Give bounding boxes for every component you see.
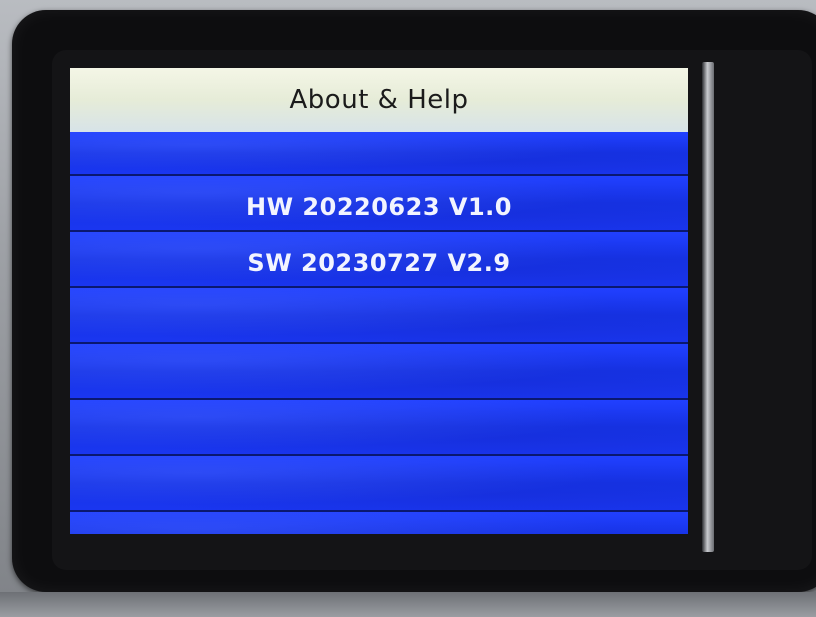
lcd-screen: About & Help HW 20220623 V1.0 SW 2023072… <box>70 68 688 534</box>
list-row-blank <box>70 344 688 400</box>
list-row-blank <box>70 512 688 534</box>
list-row-hardware-version[interactable]: HW 20220623 V1.0 <box>70 176 688 232</box>
list-row-blank <box>70 400 688 456</box>
hardware-version-label: HW 20220623 V1.0 <box>246 193 512 221</box>
screen-header: About & Help <box>70 68 688 132</box>
list-row-blank <box>70 288 688 344</box>
device-photo: About & Help HW 20220623 V1.0 SW 2023072… <box>0 0 816 617</box>
screen-side-edge <box>702 62 714 552</box>
list-row-blank <box>70 132 688 176</box>
menu-list: HW 20220623 V1.0 SW 20230727 V2.9 <box>70 132 688 534</box>
page-title: About & Help <box>289 85 469 115</box>
list-row-software-version[interactable]: SW 20230727 V2.9 <box>70 232 688 288</box>
software-version-label: SW 20230727 V2.9 <box>247 249 511 277</box>
device-bottom-rim <box>0 592 816 617</box>
list-row-blank <box>70 456 688 512</box>
